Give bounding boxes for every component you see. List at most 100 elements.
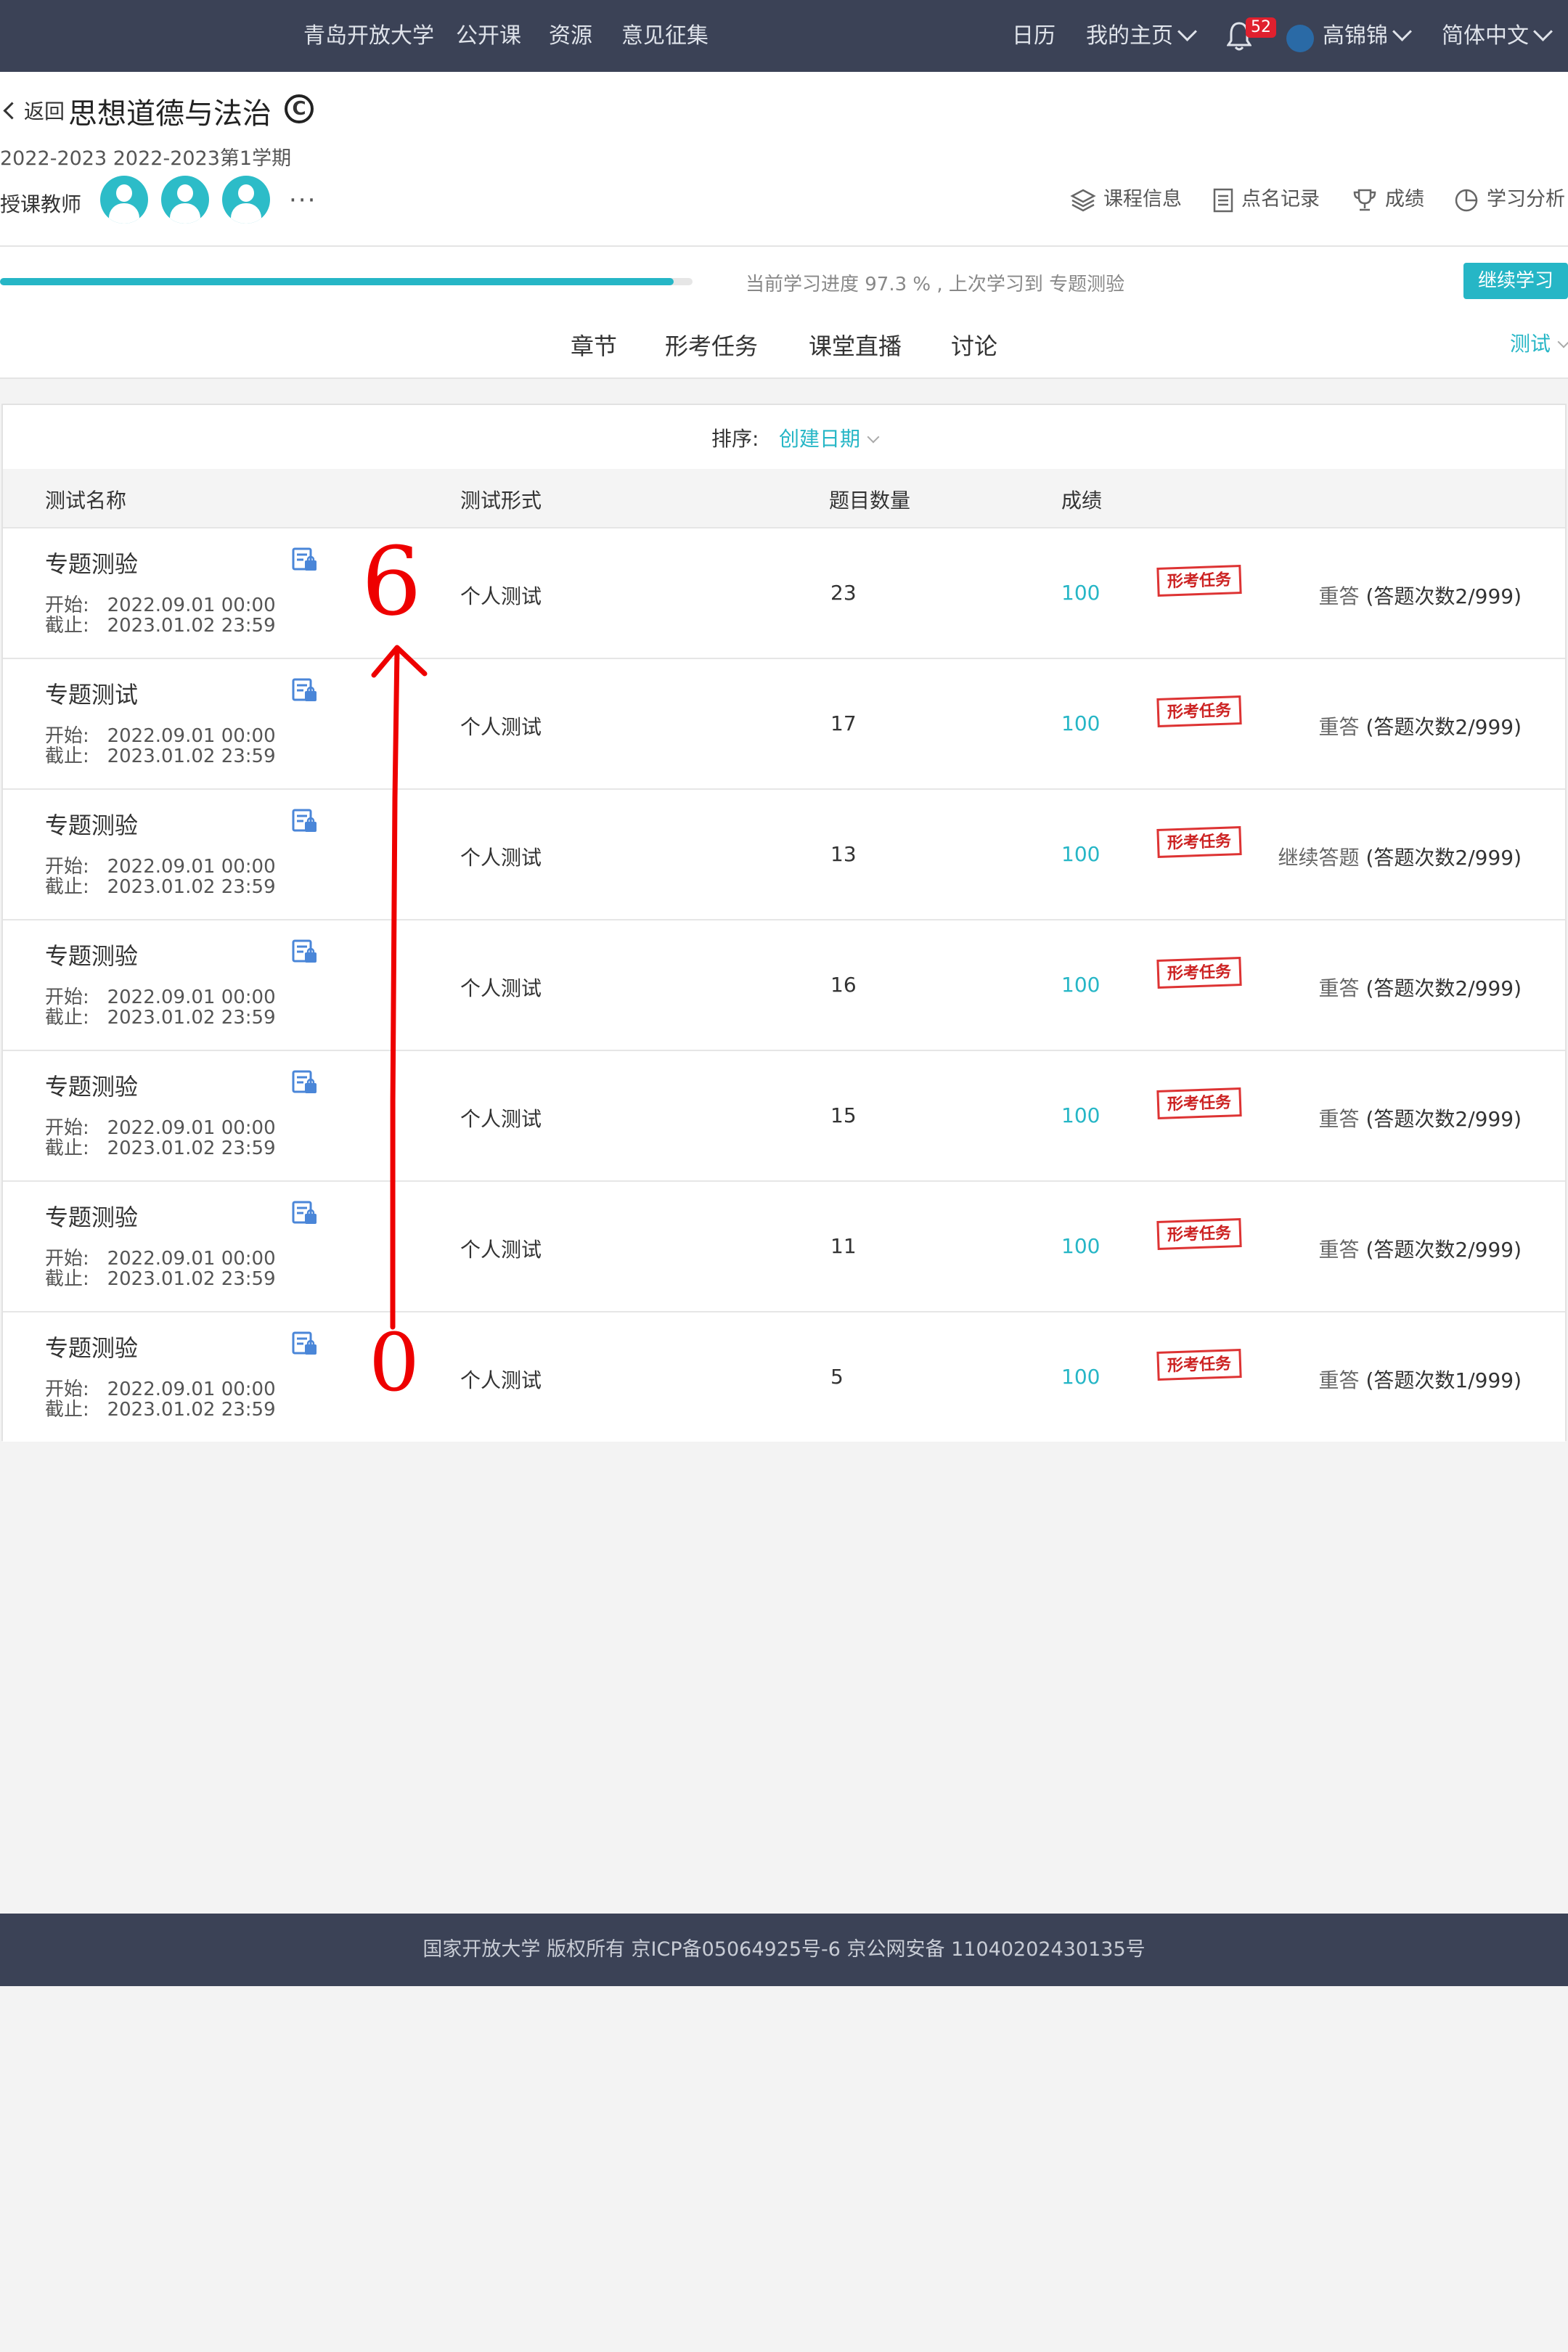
table-row[interactable]: 专题测验 开始: 2022.09.01 00:00 截止: 2023.01.02 2… — [3, 919, 1565, 1050]
table-row[interactable]: 专题测验 开始: 2022.09.01 00:00 截止: 2023.01.02 2… — [3, 527, 1565, 658]
test-action[interactable]: 重答 (答题次数2/999) — [1319, 711, 1522, 740]
test-document-icon[interactable] — [292, 547, 318, 572]
table-row[interactable]: 专题测验 开始: 2022.09.01 00:00 截止: 2023.01.02 2… — [3, 788, 1565, 919]
chevron-down-icon — [1557, 335, 1568, 348]
test-score[interactable]: 100 — [1061, 711, 1100, 735]
action-label[interactable]: 重答 — [1319, 715, 1360, 739]
test-score[interactable]: 100 — [1061, 842, 1100, 866]
annotation-label-top: 6 — [362, 526, 422, 637]
nav-link-school[interactable]: 青岛开放大学 — [303, 0, 434, 72]
action-label[interactable]: 重答 — [1319, 1368, 1360, 1392]
attempts-count: (答题次数2/999) — [1365, 715, 1522, 739]
test-name[interactable]: 专题测验 — [45, 1199, 138, 1233]
action-label[interactable]: 重答 — [1319, 1238, 1360, 1262]
action-label[interactable]: 重答 — [1319, 584, 1360, 608]
test-start-date: 开始: 2022.09.01 00:00 — [45, 1379, 276, 1400]
top-navbar: 青岛开放大学 公开课 资源 意见征集 日历 我的主页 52 高锦锦 简体中文 — [0, 0, 1568, 72]
test-document-icon[interactable] — [292, 939, 318, 964]
end-label: 截止: — [45, 615, 89, 637]
action-label[interactable]: 重答 — [1319, 976, 1360, 1000]
nav-link-calendar[interactable]: 日历 — [1012, 0, 1055, 72]
start-value: 2022.09.01 00:00 — [107, 1248, 276, 1270]
start-label: 开始: — [45, 595, 89, 616]
action-label[interactable]: 继续答题 — [1278, 846, 1360, 870]
sort-value: 创建日期 — [779, 427, 861, 451]
table-row[interactable]: 专题测验 开始: 2022.09.01 00:00 截止: 2023.01.02 2… — [3, 1050, 1565, 1180]
attempts-count: (答题次数2/999) — [1365, 976, 1522, 1000]
table-row[interactable]: 专题测试 开始: 2022.09.01 00:00 截止: 2023.01.02 2… — [3, 658, 1565, 788]
nav-link-resources[interactable]: 资源 — [549, 0, 592, 72]
test-type: 个人测试 — [460, 976, 542, 1000]
footer-text: 国家开放大学 版权所有 京ICP备05064925号-6 京公网安备 11040… — [422, 1938, 1146, 1961]
teacher-avatar[interactable] — [161, 176, 209, 224]
progress-fill — [0, 278, 674, 285]
test-end-date: 截止: 2023.01.02 23:59 — [45, 1400, 276, 1420]
chevron-down-icon — [1392, 22, 1412, 41]
my-home-menu[interactable]: 我的主页 — [1086, 0, 1197, 72]
more-teachers-button[interactable]: ··· — [289, 186, 317, 215]
tab-live-class[interactable]: 课堂直播 — [809, 328, 902, 362]
test-action[interactable]: 重答 (答题次数2/999) — [1319, 581, 1522, 610]
test-name[interactable]: 专题测验 — [45, 1069, 138, 1102]
question-count: 11 — [830, 1234, 857, 1258]
question-count: 17 — [830, 711, 857, 735]
tab-chapters[interactable]: 章节 — [571, 328, 617, 362]
test-name[interactable]: 专题测验 — [45, 546, 138, 579]
question-count: 13 — [830, 842, 857, 866]
back-link[interactable]: 返回 — [0, 96, 65, 125]
test-document-icon[interactable] — [292, 678, 318, 703]
teacher-avatar[interactable] — [222, 176, 270, 224]
pie-chart-icon — [1455, 189, 1478, 211]
test-action[interactable]: 重答 (答题次数1/999) — [1319, 1365, 1522, 1394]
test-document-icon[interactable] — [292, 1201, 318, 1225]
attendance-record-button[interactable]: 点名记录 — [1212, 183, 1320, 213]
test-name[interactable]: 专题测试 — [45, 677, 138, 710]
test-score[interactable]: 100 — [1061, 581, 1100, 605]
test-action[interactable]: 重答 (答题次数2/999) — [1319, 1234, 1522, 1263]
test-score[interactable]: 100 — [1061, 1103, 1100, 1127]
continue-learning-button[interactable]: 继续学习 — [1463, 263, 1568, 299]
grades-button[interactable]: 成绩 — [1352, 183, 1424, 213]
column-header-test-type: 测试形式 — [460, 489, 542, 513]
question-count: 16 — [830, 973, 857, 997]
nav-link-feedback[interactable]: 意见征集 — [621, 0, 709, 72]
attempts-count: (答题次数2/999) — [1365, 846, 1522, 870]
table-row[interactable]: 专题测验开始: 2022.09.01 00:00 截止: 2023.01.02 2… — [3, 1311, 1565, 1442]
learning-analysis-button[interactable]: 学习分析 — [1453, 183, 1565, 213]
test-action[interactable]: 重答 (答题次数2/999) — [1319, 973, 1522, 1002]
action-label[interactable]: 重答 — [1319, 1107, 1360, 1131]
column-header-question-count: 题目数量 — [829, 489, 911, 513]
attempts-count: (答题次数2/999) — [1365, 584, 1522, 608]
teacher-avatar[interactable] — [100, 176, 148, 224]
tab-formative-tasks[interactable]: 形考任务 — [665, 328, 758, 362]
test-filter-dropdown[interactable]: 测试 — [1510, 328, 1568, 357]
test-score[interactable]: 100 — [1061, 1365, 1100, 1389]
test-type: 个人测试 — [460, 1107, 542, 1131]
user-avatar[interactable] — [1286, 25, 1314, 52]
username: 高锦锦 — [1323, 23, 1388, 49]
test-start-date: 开始: 2022.09.01 00:00 — [45, 1118, 276, 1138]
start-label: 开始: — [45, 856, 89, 878]
course-title: 思想道德与法治 — [68, 97, 271, 131]
question-count: 15 — [830, 1103, 857, 1127]
test-document-icon[interactable] — [292, 809, 318, 833]
test-name[interactable]: 专题测验 — [45, 1330, 138, 1363]
course-info-button[interactable]: 课程信息 — [1070, 183, 1182, 213]
test-score[interactable]: 100 — [1061, 1234, 1100, 1258]
test-document-icon[interactable] — [292, 1331, 318, 1356]
test-start-date: 开始: 2022.09.01 00:00 — [45, 726, 276, 746]
table-header — [3, 469, 1565, 527]
table-row[interactable]: 专题测验 开始: 2022.09.01 00:00 截止: 2023.01.02 2… — [3, 1180, 1565, 1311]
nav-link-open-course[interactable]: 公开课 — [456, 0, 521, 72]
test-document-icon[interactable] — [292, 1070, 318, 1095]
test-action[interactable]: 继续答题 (答题次数2/999) — [1278, 842, 1522, 871]
test-name[interactable]: 专题测验 — [45, 938, 138, 971]
language-menu[interactable]: 简体中文 — [1442, 0, 1553, 72]
test-score[interactable]: 100 — [1061, 973, 1100, 997]
sort-dropdown[interactable]: 创建日期 — [779, 423, 880, 452]
tab-discussion[interactable]: 讨论 — [951, 328, 997, 362]
test-name[interactable]: 专题测验 — [45, 807, 138, 841]
end-value: 2023.01.02 23:59 — [107, 746, 276, 767]
test-action[interactable]: 重答 (答题次数2/999) — [1319, 1103, 1522, 1132]
user-menu[interactable]: 高锦锦 — [1323, 0, 1412, 72]
